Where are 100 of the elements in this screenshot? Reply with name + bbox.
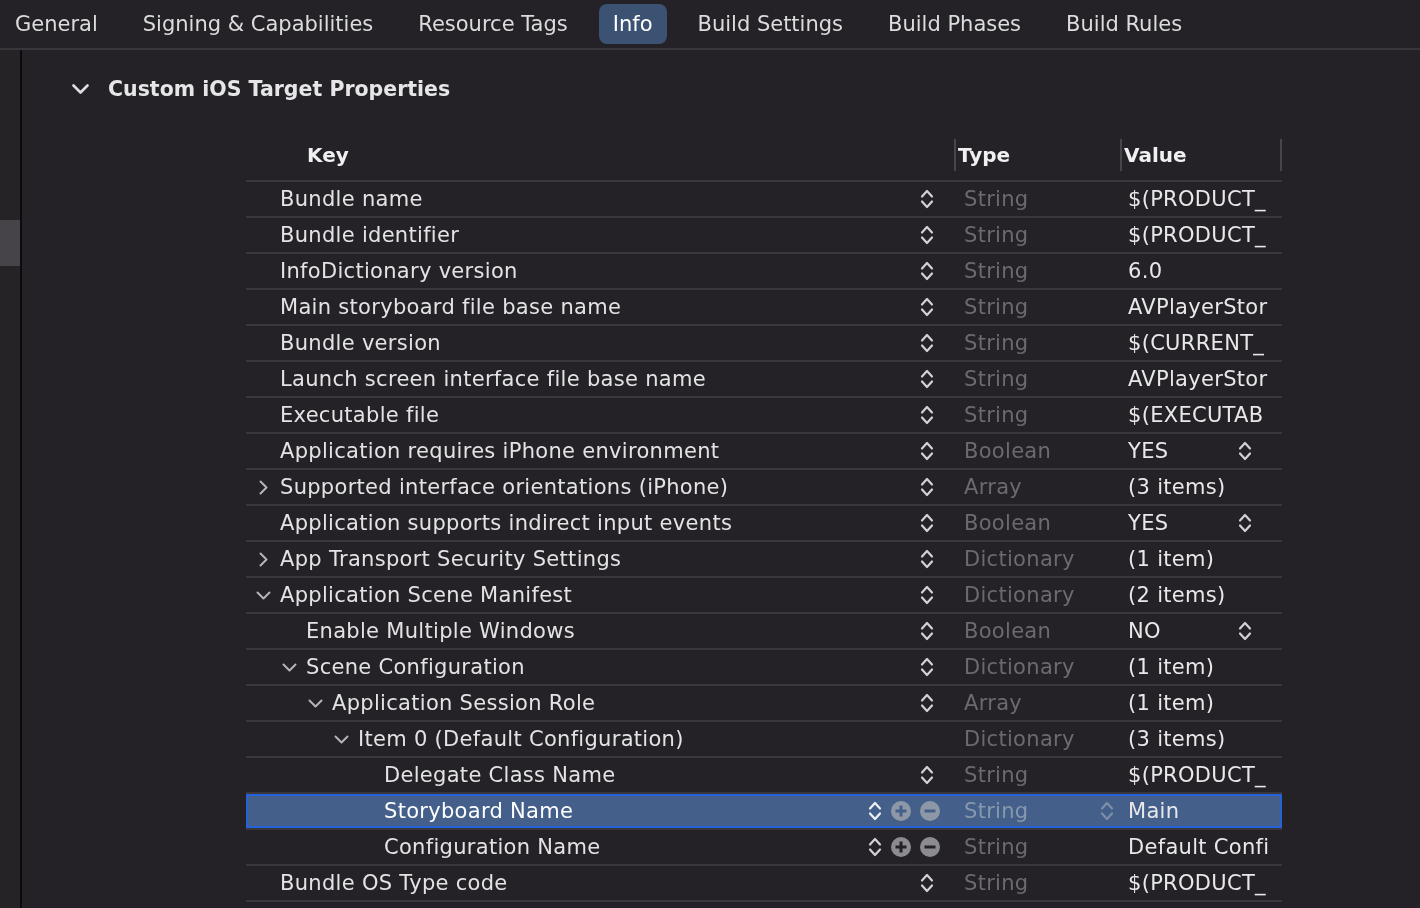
up-down-chevron-icon[interactable] [920,296,934,318]
table-row[interactable]: Bundle identifier String $(PRODUCT_ [246,218,1282,254]
property-value: YES [1128,439,1169,463]
up-down-chevron-icon[interactable] [868,836,882,858]
up-down-chevron-icon[interactable] [920,368,934,390]
table-row[interactable]: Executable file String $(EXECUTAB [246,398,1282,434]
column-header[interactable]: Type [956,143,1011,167]
property-key: Enable Multiple Windows [306,619,575,643]
table-row[interactable]: InfoDictionary version String 6.0 [246,254,1282,290]
table-row[interactable]: Enable Multiple Windows Boolean NO [246,614,1282,650]
tab[interactable]: Build Phases [874,4,1036,44]
up-down-chevron-icon[interactable] [1238,620,1252,642]
up-down-chevron-icon[interactable] [920,260,934,282]
tab[interactable]: Info [598,4,667,44]
table-row[interactable]: Bundle name String $(PRODUCT_ [246,182,1282,218]
up-down-chevron-icon[interactable] [1238,512,1252,534]
up-down-chevron-icon[interactable] [920,620,934,642]
property-type: Dictionary [964,583,1075,607]
property-type: String [964,223,1029,247]
table-row[interactable]: Application supports indirect input events Boolean YES [246,506,1282,542]
property-type: Array [964,691,1023,715]
property-type: String [964,403,1029,427]
chevron-down-icon[interactable] [334,734,349,744]
table-row[interactable]: Bundle OS Type code String $(PRODUCT_ [246,866,1282,902]
property-key: Main storyboard file base name [280,295,622,319]
table-row[interactable]: Application Scene Manifest Dictionary (2 items) [246,578,1282,614]
up-down-chevron-icon[interactable] [920,476,934,498]
chevron-down-icon[interactable] [72,84,89,94]
up-down-chevron-icon[interactable] [920,404,934,426]
property-value: Main [1128,799,1180,823]
property-type: String [964,295,1029,319]
property-key: Launch screen interface file base name [280,367,706,391]
property-value: (3 items) [1128,727,1226,751]
table-row[interactable]: Launch screen interface file base name String AVPlayerStor [246,362,1282,398]
property-value: $(EXECUTAB [1128,403,1264,427]
table-row[interactable]: Supported interface orientations (iPhone) Array (3 items) [246,470,1282,506]
up-down-chevron-icon[interactable] [920,692,934,714]
up-down-chevron-icon[interactable] [920,332,934,354]
tab[interactable]: Build Rules [1052,4,1197,44]
column-header[interactable]: Key [246,143,349,167]
up-down-chevron-icon[interactable] [920,872,934,894]
property-key: Scene Configuration [306,655,525,679]
table-row[interactable]: Bundle version String $(CURRENT_ [246,326,1282,362]
property-key: Delegate Class Name [384,763,616,787]
chevron-down-icon[interactable] [256,590,271,600]
table-row[interactable]: Configuration Name String Default Confi [246,830,1282,866]
plus-circle-icon[interactable] [891,837,911,857]
table-row[interactable]: Item 0 (Default Configuration) Dictionary (3 items) [246,722,1282,758]
property-key: Bundle version [280,331,441,355]
property-value: $(PRODUCT_ [1128,223,1266,247]
property-key: App Transport Security Settings [280,547,622,571]
table-row[interactable]: Application requires iPhone environment Boolean YES [246,434,1282,470]
selected-item-highlight [0,220,20,266]
up-down-chevron-icon[interactable] [920,224,934,246]
up-down-chevron-icon[interactable] [920,656,934,678]
table-row[interactable]: App Transport Security Settings Dictionary (1 item) [246,542,1282,578]
property-value: (1 item) [1128,655,1215,679]
up-down-chevron-icon[interactable] [920,548,934,570]
property-value: $(PRODUCT_ [1128,763,1266,787]
property-type: String [964,835,1029,859]
property-key: Configuration Name [384,835,601,859]
section-title: Custom iOS Target Properties [108,77,451,101]
column-header[interactable]: Value [1122,143,1187,167]
up-down-chevron-icon[interactable] [1238,440,1252,462]
property-key: Application Scene Manifest [280,583,573,607]
property-type: String [964,871,1029,895]
chevron-right-icon[interactable] [259,479,268,495]
property-key: Executable file [280,403,440,427]
up-down-chevron-icon[interactable] [920,764,934,786]
table-row[interactable]: Application Session Role Array (1 item) [246,686,1282,722]
property-value: AVPlayerStor [1128,295,1268,319]
property-type: Boolean [964,619,1052,643]
property-key: Application supports indirect input events [280,511,733,535]
chevron-right-icon[interactable] [259,551,268,567]
property-value: NO [1128,619,1161,643]
property-key: Storyboard Name [384,799,574,823]
minus-circle-icon[interactable] [920,837,940,857]
tab[interactable]: Resource Tags [404,4,582,44]
tab[interactable]: Signing & Capabilities [128,4,388,44]
up-down-chevron-icon[interactable] [920,512,934,534]
up-down-chevron-icon[interactable] [920,188,934,210]
chevron-down-icon[interactable] [282,662,297,672]
property-type: String [964,331,1029,355]
property-value: (3 items) [1128,475,1226,499]
property-type: Dictionary [964,547,1075,571]
tab[interactable]: General [1,4,112,44]
property-type: Boolean [964,511,1052,535]
up-down-chevron-icon[interactable] [920,440,934,462]
property-value: (2 items) [1128,583,1226,607]
property-type: String [964,187,1029,211]
tab[interactable]: Build Settings [683,4,858,44]
property-value: AVPlayerStor [1128,367,1268,391]
table-row[interactable]: Scene Configuration Dictionary (1 item) [246,650,1282,686]
up-down-chevron-icon[interactable] [920,584,934,606]
table-row[interactable]: Main storyboard file base name String AVPlayerStor [246,290,1282,326]
property-type: String [964,259,1029,283]
property-value: $(PRODUCT_ [1128,187,1266,211]
property-key: Bundle OS Type code [280,871,508,895]
property-value: $(PRODUCT_ [1128,871,1266,895]
chevron-down-icon[interactable] [308,698,323,708]
